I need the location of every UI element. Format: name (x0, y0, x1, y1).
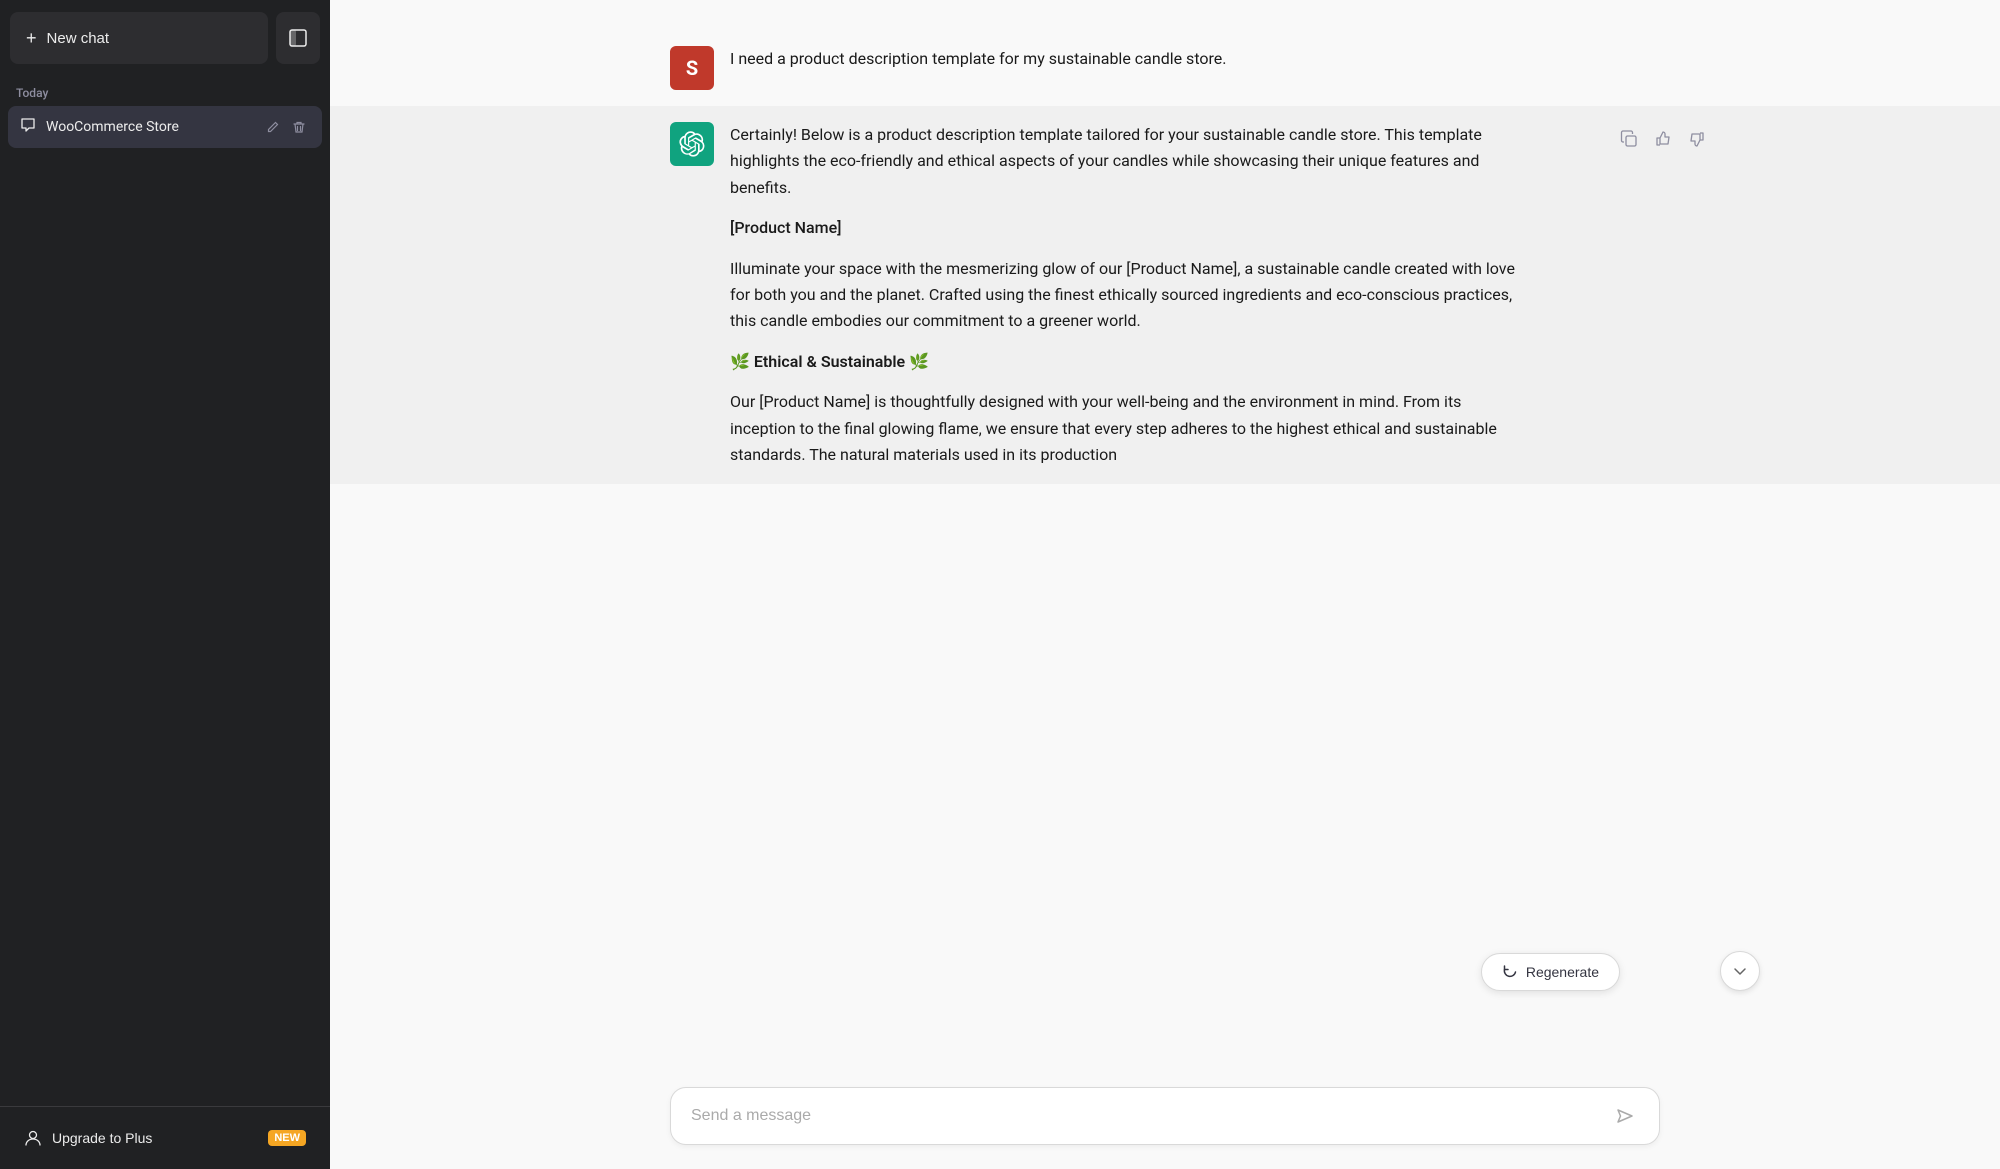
thumbs-up-icon (1654, 130, 1672, 148)
edit-chat-button[interactable] (262, 116, 284, 138)
input-area (330, 1071, 2000, 1169)
chat-bubble-icon (20, 117, 36, 137)
upgrade-label: Upgrade to Plus (52, 1130, 152, 1146)
regenerate-button[interactable]: Regenerate (1481, 953, 1620, 991)
user-icon (24, 1129, 42, 1147)
upgrade-button[interactable]: Upgrade to Plus NEW (12, 1119, 318, 1157)
regenerate-icon (1502, 964, 1518, 980)
chat-input[interactable] (691, 1103, 1611, 1129)
today-label: Today (0, 76, 330, 106)
section-header: 🌿 Ethical & Sustainable 🌿 (730, 349, 1530, 375)
thumbs-down-icon (1688, 130, 1706, 148)
main-chat-area: S I need a product description template … (330, 0, 2000, 1169)
send-icon (1615, 1106, 1635, 1126)
assistant-message-actions (1616, 126, 1710, 152)
user-message-text: I need a product description template fo… (730, 46, 1530, 72)
chat-messages-container: S I need a product description template … (330, 0, 2000, 1071)
assistant-intro-text: Certainly! Below is a product descriptio… (730, 122, 1530, 201)
plus-icon: + (26, 29, 37, 47)
copy-button[interactable] (1616, 126, 1642, 152)
sidebar-header: + New chat (0, 0, 330, 76)
send-button[interactable] (1611, 1102, 1639, 1130)
user-message-content: I need a product description template fo… (730, 46, 1530, 72)
assistant-message-content: Certainly! Below is a product descriptio… (730, 122, 1530, 468)
thumbs-up-button[interactable] (1650, 126, 1676, 152)
assistant-message-row: Certainly! Below is a product descriptio… (330, 106, 2000, 484)
sidebar: + New chat Today WooCommerce Store (0, 0, 330, 1169)
product-name-placeholder: [Product Name] (730, 215, 1530, 241)
panel-icon (288, 28, 308, 48)
copy-icon (1620, 130, 1638, 148)
user-avatar: S (670, 46, 714, 90)
new-chat-button[interactable]: + New chat (10, 12, 268, 64)
regenerate-label: Regenerate (1526, 964, 1599, 980)
new-badge: NEW (268, 1130, 306, 1146)
panel-toggle-button[interactable] (276, 12, 320, 64)
scroll-down-icon (1732, 963, 1748, 979)
scroll-to-bottom-button[interactable] (1720, 951, 1760, 991)
input-wrapper (670, 1087, 1660, 1145)
thumbs-down-button[interactable] (1684, 126, 1710, 152)
section-text: Our [Product Name] is thoughtfully desig… (730, 389, 1530, 468)
assistant-avatar (670, 122, 714, 166)
user-message-row: S I need a product description template … (330, 30, 2000, 106)
delete-chat-button[interactable] (288, 116, 310, 138)
sidebar-footer: Upgrade to Plus NEW (0, 1106, 330, 1169)
chat-history-item[interactable]: WooCommerce Store (8, 106, 322, 148)
chat-item-label: WooCommerce Store (46, 119, 252, 135)
new-chat-label: New chat (47, 30, 110, 47)
assistant-tagline: Illuminate your space with the mesmerizi… (730, 256, 1530, 335)
chat-item-actions (262, 116, 310, 138)
